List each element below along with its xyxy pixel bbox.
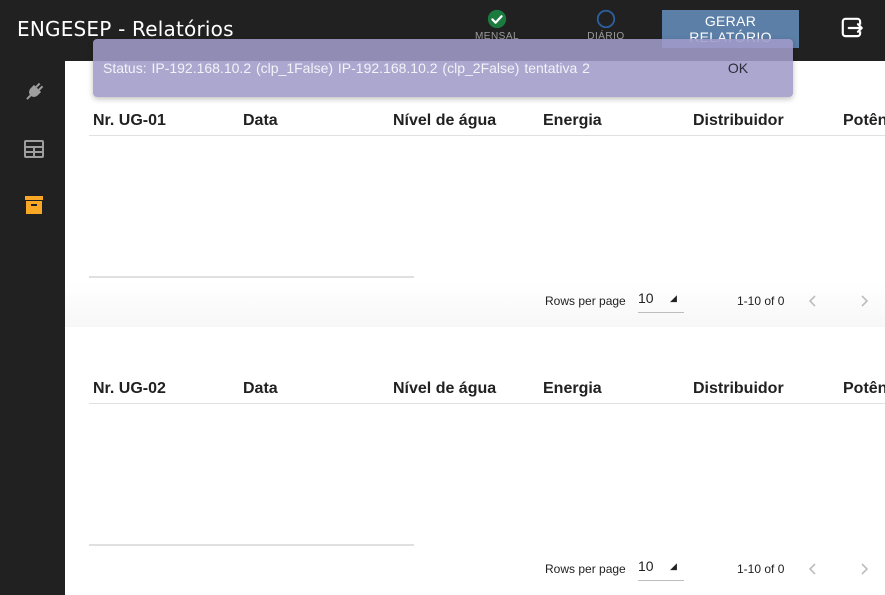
table-header-row: Nr. UG-02 Data Nível de água Energia Dis… [89,374,885,404]
radio-mensal[interactable]: MENSAL [467,8,527,42]
next-page-icon[interactable] [854,559,874,579]
table-icon[interactable] [22,137,46,161]
column-header[interactable]: Potên [843,380,885,398]
column-header[interactable]: Energia [543,380,602,398]
column-header[interactable]: Energia [543,112,602,130]
column-header[interactable]: Potên [843,112,885,130]
rows-per-page-value: 10 [638,558,654,574]
column-header[interactable]: Data [243,380,278,398]
column-header[interactable]: Nível de água [393,112,496,130]
sidebar [0,61,65,595]
rows-per-page-label: Rows per page [545,294,626,308]
radio-diario[interactable]: DIÁRIO [576,8,636,42]
plug-icon[interactable] [22,80,46,104]
column-header[interactable]: Distribuidor [693,112,784,130]
logout-icon[interactable] [839,15,865,41]
next-page-icon[interactable] [854,291,874,311]
rows-per-page-label: Rows per page [545,562,626,576]
column-header[interactable]: Data [243,112,278,130]
column-header[interactable]: Distribuidor [693,380,784,398]
archive-icon[interactable] [22,193,46,217]
app-title: ENGESEP - Relatórios [17,17,234,41]
column-header[interactable]: Nr. UG-02 [93,380,166,398]
snackbar-ok-button[interactable]: OK [713,53,763,83]
dropdown-arrow-icon: ◢ [670,293,677,303]
table-pagination: Rows per page 10 ◢ 1-10 of 0 [65,545,885,595]
column-header[interactable]: Nível de água [393,380,496,398]
pagination-range: 1-10 of 0 [737,294,785,308]
column-header[interactable]: Nr. UG-01 [93,112,166,130]
rows-per-page-value: 10 [638,290,654,306]
previous-page-icon[interactable] [803,291,823,311]
rows-per-page-select[interactable]: 10 ◢ [638,553,684,581]
rows-per-page-select[interactable]: 10 ◢ [638,285,684,313]
table-header-row: Nr. UG-01 Data Nível de água Energia Dis… [89,106,885,136]
dropdown-arrow-icon: ◢ [670,561,677,571]
radio-unchecked-icon [596,9,616,29]
pagination-range: 1-10 of 0 [737,562,785,576]
snackbar-message: Status: IP-192.168.10.2 (clp_1False) IP-… [103,60,590,76]
main-content: Nr. UG-01 Data Nível de água Energia Dis… [65,61,885,595]
table-pagination: Rows per page 10 ◢ 1-10 of 0 [65,277,885,327]
check-circle-icon [487,9,507,29]
status-snackbar: Status: IP-192.168.10.2 (clp_1False) IP-… [93,39,793,97]
previous-page-icon[interactable] [803,559,823,579]
